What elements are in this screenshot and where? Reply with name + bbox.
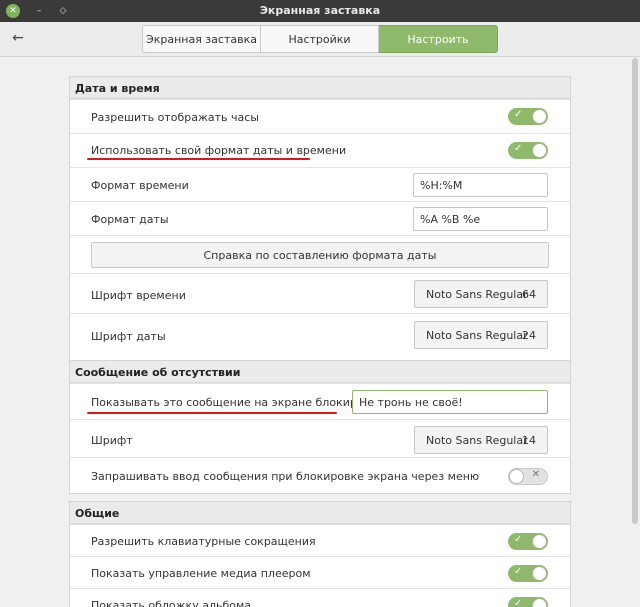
settings-page: Дата и время Разрешить отображать часы ✓…	[0, 58, 640, 607]
custom-format-label: Использовать свой формат даты и времени	[91, 144, 347, 157]
switch-knob	[532, 566, 547, 581]
away-font-row: Шрифт Noto Sans Regular 14	[70, 419, 570, 457]
time-font-row: Шрифт времени Noto Sans Regular 64	[70, 273, 570, 313]
show-message-row: Показывать это сообщение на экране блоки…	[70, 383, 570, 419]
show-clock-switch[interactable]: ✓	[508, 108, 548, 125]
time-font-label: Шрифт времени	[91, 289, 186, 302]
switch-knob	[509, 469, 524, 484]
custom-format-switch[interactable]: ✓	[508, 142, 548, 159]
switch-knob	[532, 598, 547, 607]
datetime-section: Дата и время Разрешить отображать часы ✓…	[69, 76, 571, 403]
toolbar: ← Экранная заставка Настройки Настроить	[0, 22, 640, 57]
shortcuts-row: Разрешить клавиатурные сокращения ✓	[70, 524, 570, 556]
font-size: 14	[522, 434, 536, 447]
album-label: Показать обложку альбома	[91, 599, 252, 607]
help-row: Справка по составлению формата даты	[70, 235, 570, 273]
away-font-button[interactable]: Noto Sans Regular 14	[414, 426, 548, 454]
font-name: Noto Sans Regular	[426, 288, 528, 301]
check-icon: ✓	[514, 534, 523, 545]
media-switch[interactable]: ✓	[508, 565, 548, 582]
date-format-help-button[interactable]: Справка по составлению формата даты	[91, 242, 549, 268]
date-font-button[interactable]: Noto Sans Regular 24	[414, 321, 548, 349]
tab-screensaver[interactable]: Экранная заставка	[142, 25, 261, 53]
date-font-label: Шрифт даты	[91, 330, 166, 343]
album-switch[interactable]: ✓	[508, 597, 548, 607]
switch-knob	[532, 143, 547, 158]
away-font-label: Шрифт	[91, 434, 133, 447]
title-bar: ✕ – ◇ Экранная заставка	[0, 0, 640, 22]
x-icon: ✕	[531, 469, 540, 480]
date-format-row: Формат даты %A %B %e	[70, 201, 570, 235]
media-row: Показать управление медиа плеером ✓	[70, 556, 570, 588]
section-header: Дата и время	[70, 77, 570, 99]
section-header: Общие	[70, 502, 570, 524]
custom-format-row: Использовать свой формат даты и времени …	[70, 133, 570, 167]
time-format-label: Формат времени	[91, 179, 189, 192]
shortcuts-switch[interactable]: ✓	[508, 533, 548, 550]
tab-settings[interactable]: Настройки	[261, 25, 379, 53]
stack-switcher: Экранная заставка Настройки Настроить	[142, 25, 498, 53]
ask-message-label: Запрашивать ввод сообщения при блокировк…	[91, 470, 480, 483]
date-format-label: Формат даты	[91, 213, 169, 226]
annotation-underline	[87, 412, 337, 414]
date-format-input[interactable]: %A %B %e	[413, 207, 548, 231]
window-title: Экранная заставка	[259, 4, 381, 17]
scrollbar[interactable]	[632, 58, 638, 524]
switch-knob	[532, 109, 547, 124]
show-clock-label: Разрешить отображать часы	[91, 111, 259, 124]
font-size: 64	[522, 288, 536, 301]
away-message-input[interactable]: Не тронь не своё!	[352, 390, 548, 414]
show-message-label: Показывать это сообщение на экране блоки…	[91, 396, 384, 409]
tab-customize[interactable]: Настроить	[379, 25, 498, 53]
album-row: Показать обложку альбома ✓	[70, 588, 570, 607]
away-message-section: Сообщение об отсутствии Показывать это с…	[69, 360, 571, 494]
font-size: 24	[522, 329, 536, 342]
time-format-input[interactable]: %H:%M	[413, 173, 548, 197]
annotation-underline	[87, 158, 310, 160]
date-font-row: Шрифт даты Noto Sans Regular 24	[70, 313, 570, 353]
time-format-row: Формат времени %H:%M	[70, 167, 570, 201]
check-icon: ✓	[514, 566, 523, 577]
section-header: Сообщение об отсутствии	[70, 361, 570, 383]
check-icon: ✓	[514, 109, 523, 120]
media-label: Показать управление медиа плеером	[91, 567, 311, 580]
show-clock-row: Разрешить отображать часы ✓	[70, 99, 570, 133]
font-name: Noto Sans Regular	[426, 434, 528, 447]
general-section: Общие Разрешить клавиатурные сокращения …	[69, 501, 571, 607]
check-icon: ✓	[514, 143, 523, 154]
shortcuts-label: Разрешить клавиатурные сокращения	[91, 535, 316, 548]
ask-message-row: Запрашивать ввод сообщения при блокировк…	[70, 457, 570, 493]
check-icon: ✓	[514, 598, 523, 607]
ask-message-switch[interactable]: ✕	[508, 468, 548, 485]
font-name: Noto Sans Regular	[426, 329, 528, 342]
switch-knob	[532, 534, 547, 549]
back-arrow-icon[interactable]: ←	[10, 29, 26, 47]
time-font-button[interactable]: Noto Sans Regular 64	[414, 280, 548, 308]
